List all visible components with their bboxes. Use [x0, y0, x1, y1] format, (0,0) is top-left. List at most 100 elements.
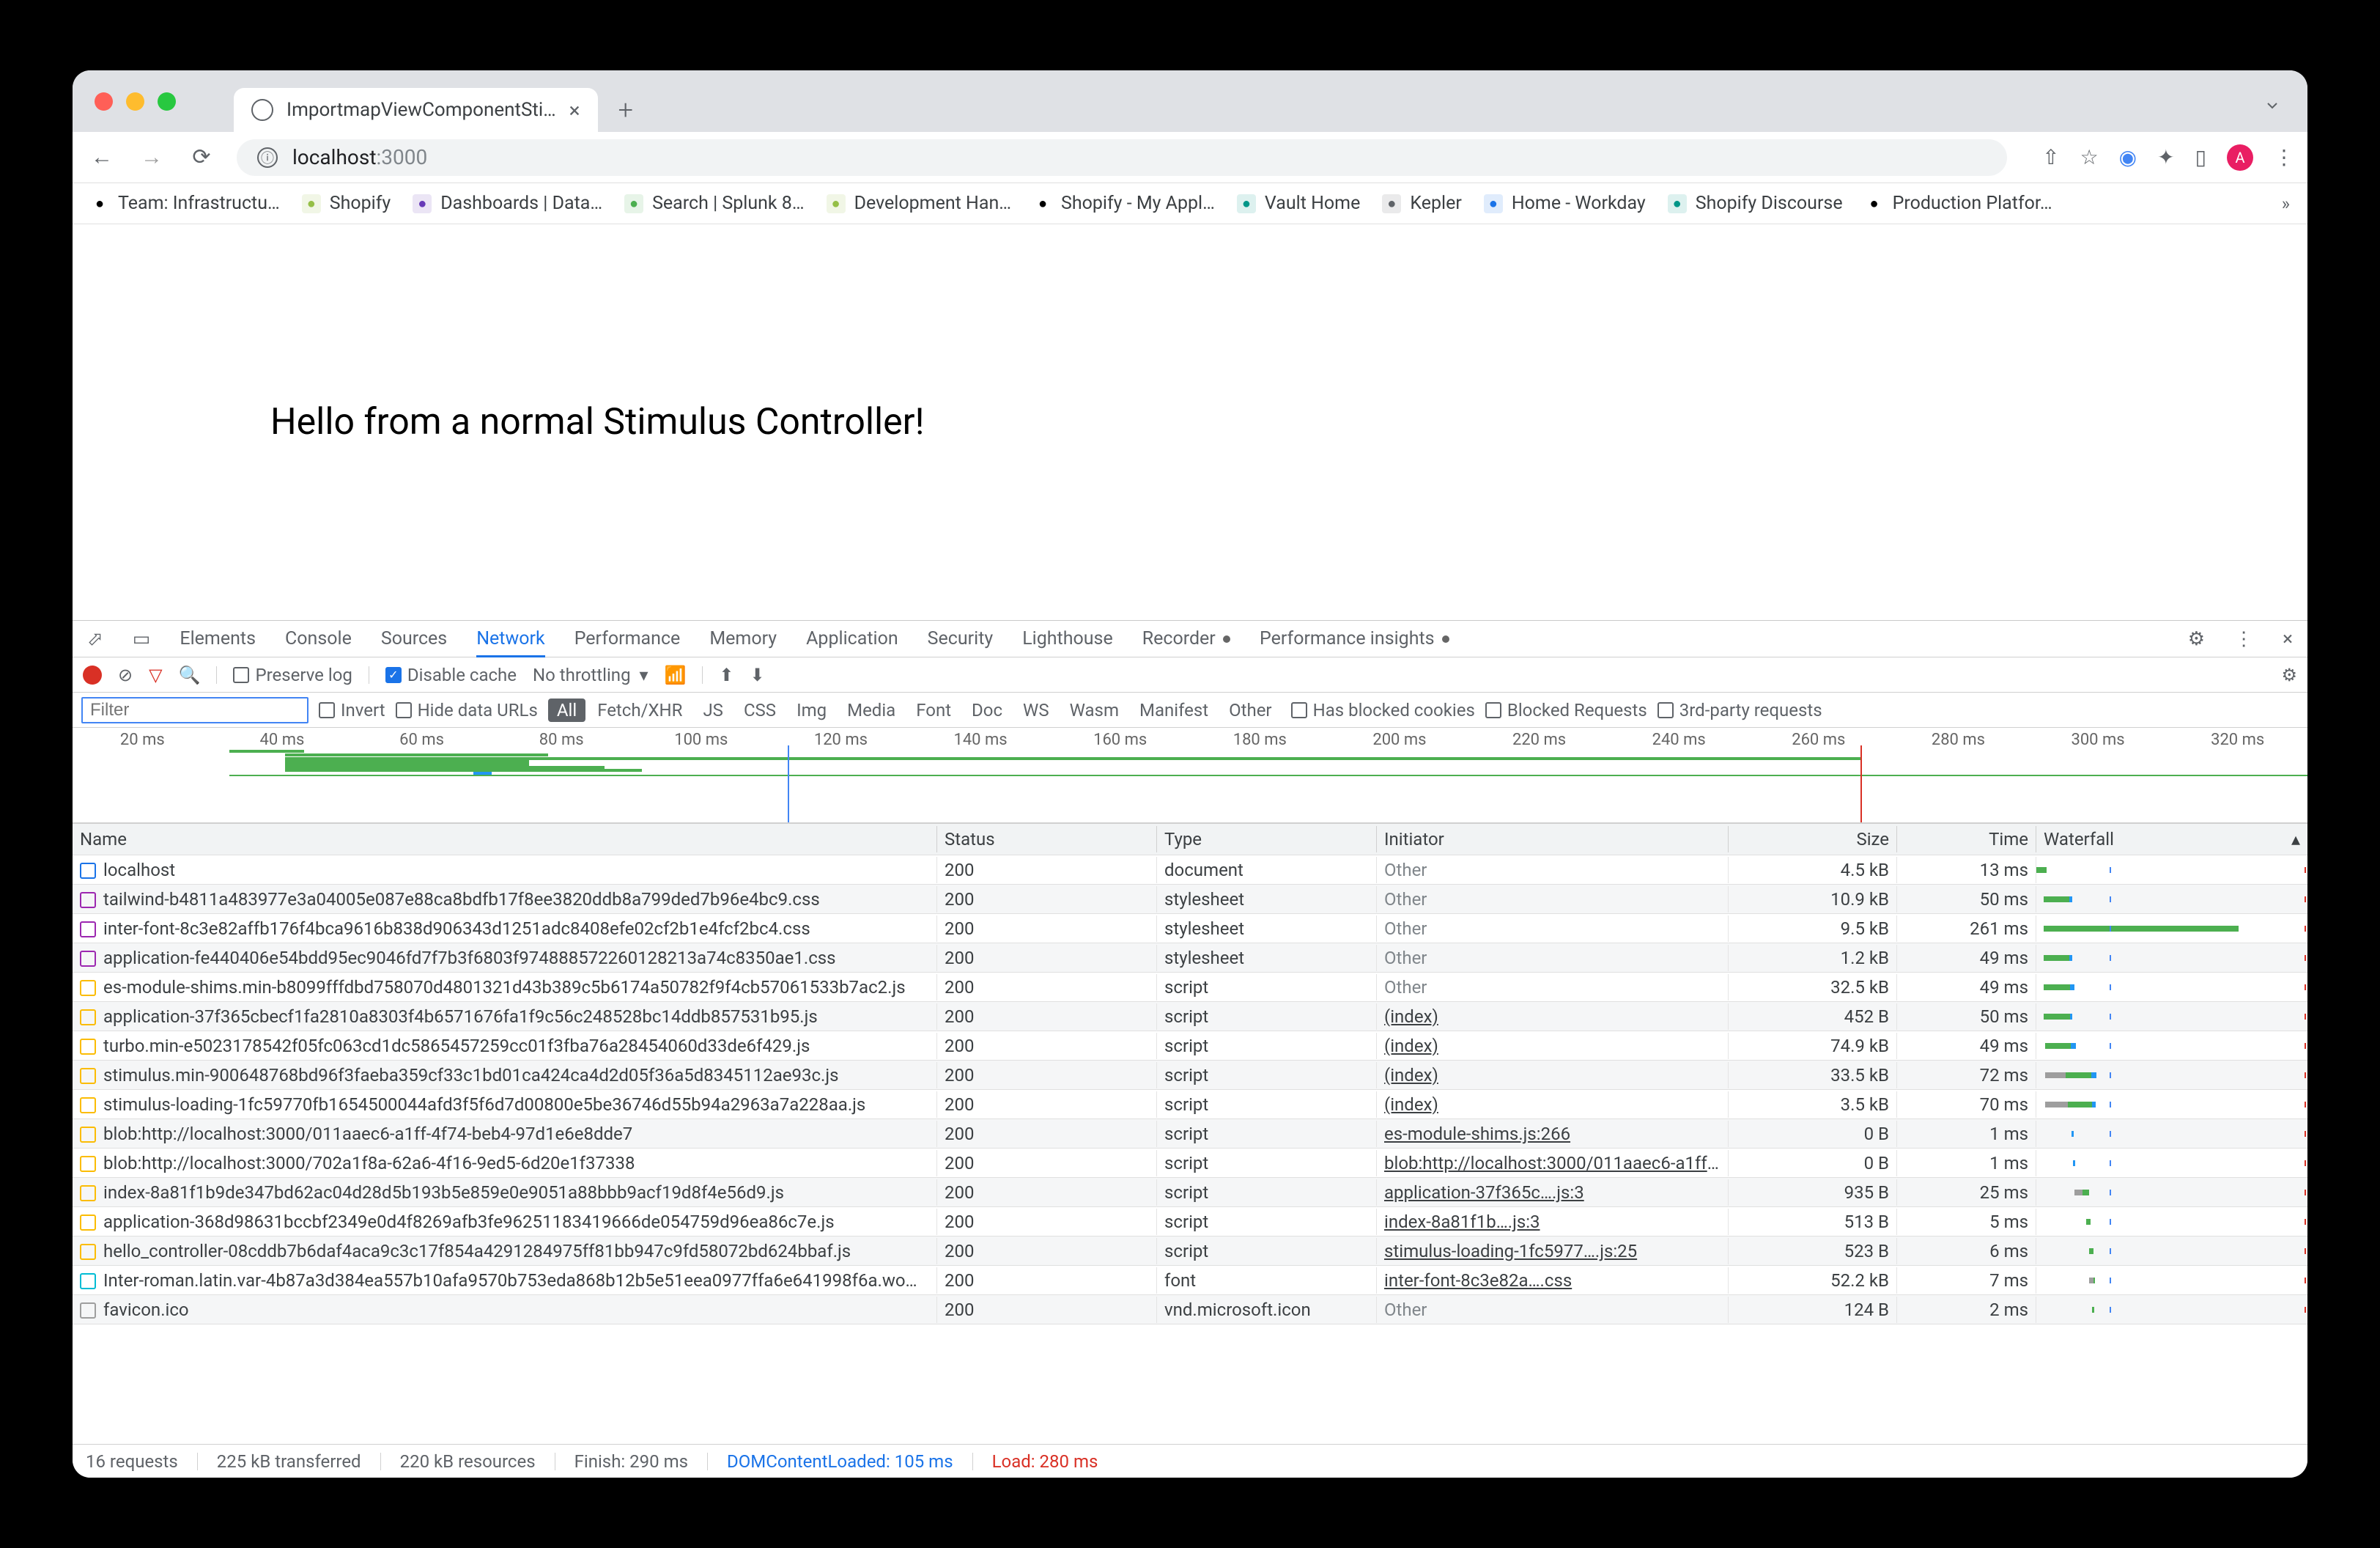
- type-filter-css[interactable]: CSS: [735, 699, 785, 722]
- cell-type: stylesheet: [1157, 886, 1377, 913]
- bookmark-item[interactable]: ●Home - Workday: [1484, 193, 1646, 214]
- network-row[interactable]: blob:http://localhost:3000/702a1f8a-62a6…: [73, 1149, 2307, 1178]
- devtools-tab-lighthouse[interactable]: Lighthouse: [1022, 628, 1113, 649]
- bookmark-item[interactable]: ●Team: Infrastructu…: [90, 193, 280, 214]
- bookmark-item[interactable]: ●Production Platfor…: [1865, 193, 2052, 214]
- share-icon[interactable]: ⇧: [2042, 145, 2059, 169]
- new-tab-button[interactable]: +: [618, 88, 633, 132]
- network-row[interactable]: application-368d98631bccbf2349e0d4f8269a…: [73, 1207, 2307, 1236]
- dcl-marker: [788, 745, 789, 822]
- network-row[interactable]: favicon.ico 200 vnd.microsoft.icon Other…: [73, 1295, 2307, 1324]
- devtools-tab-memory[interactable]: Memory: [709, 628, 777, 649]
- network-row[interactable]: Inter-roman.latin.var-4b87a3d384ea557b10…: [73, 1266, 2307, 1295]
- devtools-tab-security[interactable]: Security: [928, 628, 994, 649]
- tabs-dropdown-icon[interactable]: [2263, 97, 2281, 114]
- network-settings-icon[interactable]: ⚙: [2281, 665, 2297, 685]
- minimize-window-button[interactable]: [126, 92, 144, 111]
- device-toolbar-icon[interactable]: ▭: [133, 628, 151, 650]
- network-row[interactable]: turbo.min-e5023178542f05fc063cd1dc586545…: [73, 1031, 2307, 1061]
- devtools-tab-elements[interactable]: Elements: [180, 628, 256, 649]
- cell-initiator: (index): [1377, 1033, 1729, 1059]
- panel-icon[interactable]: ▯: [2195, 145, 2206, 169]
- extension-icon-1[interactable]: ◉: [2119, 145, 2137, 169]
- blocked-requests-checkbox[interactable]: Blocked Requests: [1485, 700, 1647, 720]
- cell-waterfall: [2036, 984, 2307, 990]
- timeline-overview[interactable]: 20 ms40 ms60 ms80 ms100 ms120 ms140 ms16…: [73, 728, 2307, 823]
- network-row[interactable]: hello_controller-08cddb7b6daf4aca9c3c17f…: [73, 1236, 2307, 1266]
- reload-button[interactable]: ⟳: [187, 144, 216, 170]
- download-icon[interactable]: ⬇: [750, 665, 765, 685]
- back-button[interactable]: ←: [87, 144, 117, 170]
- invert-checkbox[interactable]: Invert: [319, 700, 385, 720]
- devtools-tab-sources[interactable]: Sources: [381, 628, 447, 649]
- bookmark-item[interactable]: ●Development Han…: [827, 193, 1011, 214]
- devtools-tab-performance[interactable]: Performance: [574, 628, 681, 649]
- bookmark-star-icon[interactable]: ☆: [2080, 145, 2099, 169]
- type-filter-other[interactable]: Other: [1220, 699, 1280, 722]
- extensions-icon[interactable]: ✦: [2157, 145, 2174, 169]
- record-button[interactable]: [83, 666, 102, 685]
- profile-avatar[interactable]: A: [2227, 144, 2253, 171]
- site-info-icon[interactable]: ⓘ: [257, 147, 278, 168]
- network-row[interactable]: application-37f365cbecf1fa2810a8303f4b65…: [73, 1002, 2307, 1031]
- address-bar[interactable]: ⓘ localhost:3000: [237, 139, 2007, 176]
- preserve-log-checkbox[interactable]: Preserve log: [233, 665, 352, 685]
- devtools-tab-application[interactable]: Application: [806, 628, 898, 649]
- type-filter-fetchxhr[interactable]: Fetch/XHR: [588, 699, 691, 722]
- devtools-tab-console[interactable]: Console: [285, 628, 352, 649]
- bookmark-item[interactable]: ●Shopify: [302, 193, 391, 214]
- network-row[interactable]: tailwind-b4811a483977e3a04005e087e88ca8b…: [73, 885, 2307, 914]
- devtools-close-icon[interactable]: ×: [2283, 628, 2293, 650]
- throttling-select[interactable]: No throttling ▾: [533, 665, 648, 685]
- bookmark-item[interactable]: ●Search | Splunk 8…: [624, 193, 805, 214]
- network-row[interactable]: stimulus.min-900648768bd96f3faeba359cf33…: [73, 1061, 2307, 1090]
- type-filter-font[interactable]: Font: [907, 699, 960, 722]
- search-icon[interactable]: 🔍: [179, 665, 201, 685]
- bookmark-item[interactable]: ●Kepler: [1382, 193, 1461, 214]
- table-header[interactable]: Name Status Type Initiator Size Time Wat…: [73, 823, 2307, 855]
- close-window-button[interactable]: [95, 92, 113, 111]
- type-filter-wasm[interactable]: Wasm: [1061, 699, 1128, 722]
- third-party-checkbox[interactable]: 3rd-party requests: [1658, 700, 1822, 720]
- network-row[interactable]: blob:http://localhost:3000/011aaec6-a1ff…: [73, 1119, 2307, 1149]
- type-filter-all[interactable]: All: [548, 699, 585, 722]
- network-row[interactable]: application-fe440406e54bdd95ec9046fd7f7b…: [73, 943, 2307, 973]
- network-row[interactable]: localhost 200 document Other 4.5 kB 13 m…: [73, 855, 2307, 885]
- cell-initiator: blob:http://localhost:3000/011aaec6-a1ff…: [1377, 1150, 1729, 1176]
- devtools-tab-performance-insights[interactable]: Performance insights: [1260, 628, 1449, 649]
- browser-tab[interactable]: ImportmapViewComponentSti… ×: [234, 88, 598, 132]
- type-filter-manifest[interactable]: Manifest: [1131, 699, 1217, 722]
- network-row[interactable]: inter-font-8c3e82affb176f4bca9616b838d90…: [73, 914, 2307, 943]
- filter-toggle-icon[interactable]: ▽: [149, 665, 162, 685]
- browser-menu-button[interactable]: ⋮: [2274, 145, 2293, 169]
- inspect-icon[interactable]: ⬀: [87, 628, 103, 650]
- hide-data-urls-checkbox[interactable]: Hide data URLs: [396, 700, 538, 720]
- devtools-tab-network[interactable]: Network: [476, 628, 544, 657]
- close-tab-button[interactable]: ×: [569, 98, 580, 122]
- network-row[interactable]: stimulus-loading-1fc59770fb1654500044afd…: [73, 1090, 2307, 1119]
- upload-icon[interactable]: ⬆: [719, 665, 733, 685]
- devtools-menu-icon[interactable]: ⋮: [2234, 628, 2253, 650]
- filter-input[interactable]: [81, 697, 308, 723]
- wifi-icon[interactable]: 📶: [665, 665, 687, 685]
- clear-icon[interactable]: ⊘: [118, 665, 133, 685]
- type-filter-js[interactable]: JS: [694, 699, 732, 722]
- network-row[interactable]: index-8a81f1b9de347bd62ac04d28d5b193b5e8…: [73, 1178, 2307, 1207]
- bookmark-item[interactable]: ●Shopify - My Appl…: [1033, 193, 1215, 214]
- bookmarks-overflow-icon[interactable]: »: [2282, 194, 2290, 214]
- type-filter-media[interactable]: Media: [838, 699, 904, 722]
- blocked-cookies-checkbox[interactable]: Has blocked cookies: [1291, 700, 1475, 720]
- maximize-window-button[interactable]: [158, 92, 176, 111]
- forward-button[interactable]: →: [137, 144, 166, 170]
- devtools-tab-recorder[interactable]: Recorder: [1142, 628, 1230, 649]
- type-filter-ws[interactable]: WS: [1014, 699, 1058, 722]
- bookmark-item[interactable]: ●Shopify Discourse: [1668, 193, 1843, 214]
- settings-gear-icon[interactable]: ⚙: [2188, 628, 2205, 650]
- bookmark-item[interactable]: ●Vault Home: [1237, 193, 1360, 214]
- bookmark-item[interactable]: ●Dashboards | Data…: [413, 193, 602, 214]
- network-row[interactable]: es-module-shims.min-b8099fffdbd758070d48…: [73, 973, 2307, 1002]
- disable-cache-checkbox[interactable]: ✓Disable cache: [385, 665, 517, 685]
- type-filter-doc[interactable]: Doc: [963, 699, 1011, 722]
- type-filter-img[interactable]: Img: [788, 699, 835, 722]
- cell-size: 523 B: [1729, 1238, 1897, 1264]
